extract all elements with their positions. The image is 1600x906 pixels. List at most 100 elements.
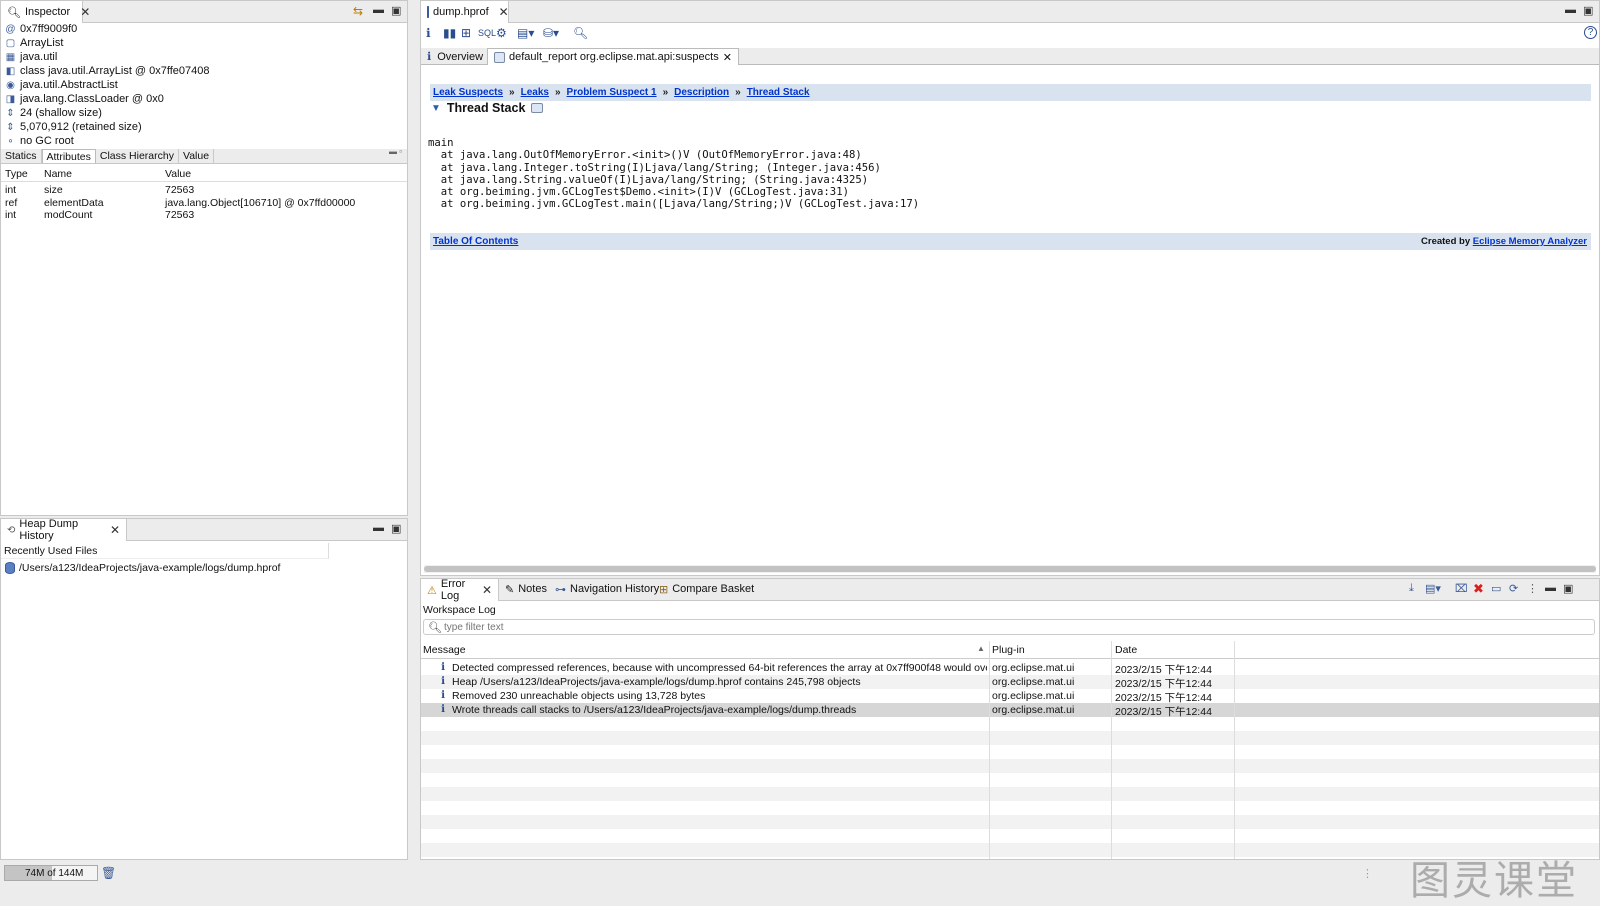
log-message: Wrote threads call stacks to /Users/a123… (452, 704, 857, 716)
search-icon[interactable]: 🔍︎ (573, 26, 588, 40)
column-type[interactable]: Type (5, 168, 28, 180)
query-browser-icon[interactable]: ⛁▾ (543, 26, 559, 40)
subtab-overview[interactable]: ℹ Overview (421, 48, 491, 65)
inspector-tree-item[interactable]: ▦ java.util (5, 50, 58, 64)
link-with-editor-icon[interactable]: ⇆ (353, 4, 363, 18)
trash-icon[interactable]: 🗑︎ (101, 866, 116, 880)
export-log-icon[interactable]: ⤓ (1409, 582, 1414, 595)
subtab-class-hierarchy[interactable]: Class Hierarchy (96, 149, 179, 163)
column-plugin[interactable]: Plug-in (992, 644, 1025, 656)
inspector-tree-item[interactable]: ▢ ArrayList (5, 36, 64, 50)
help-icon[interactable]: ? (1584, 26, 1597, 39)
column-divider[interactable] (989, 641, 990, 859)
attribute-name: size (44, 184, 63, 196)
subtab-value[interactable]: Value (179, 149, 215, 163)
package-icon: ▦ (5, 51, 16, 63)
maximize-icon[interactable]: ▣ (1563, 582, 1573, 595)
info-icon: ℹ (441, 689, 445, 701)
info-icon[interactable]: ℹ (426, 26, 431, 40)
column-divider[interactable] (1234, 641, 1235, 859)
column-divider[interactable] (1111, 641, 1112, 859)
column-date[interactable]: Date (1115, 644, 1137, 656)
open-log-icon[interactable]: ▭ (1491, 582, 1501, 595)
filter-input[interactable] (444, 621, 1044, 633)
compare-basket-icon: ⊞ (659, 584, 669, 596)
subtab-minimize-icon[interactable]: ▬ ▫ (389, 147, 402, 156)
minimize-icon[interactable]: ▬ (373, 4, 384, 16)
tab-compare-basket[interactable]: ⊞ Compare Basket (659, 583, 754, 596)
inspector-tree-item[interactable]: @0x7ff9009f0 (5, 22, 77, 36)
breadcrumb-description[interactable]: Description (674, 87, 729, 98)
breadcrumb-thread-stack[interactable]: Thread Stack (747, 87, 810, 98)
filter-field[interactable]: 🔍︎ (423, 619, 1595, 635)
log-row[interactable]: ℹ Removed 230 unreachable objects using 1… (421, 689, 1599, 704)
navigation-history-icon: ⊶ (555, 584, 566, 596)
inspector-tree-item[interactable]: ⇕ 5,070,912 (retained size) (5, 120, 141, 134)
inspector-tree-item[interactable]: ◨ java.lang.ClassLoader @ 0x0 (5, 92, 164, 106)
tab-notes[interactable]: ✎ Notes (505, 583, 547, 596)
histogram-icon[interactable]: ▮▮ (443, 26, 456, 40)
subtab-default-report[interactable]: default_report org.eclipse.mat.api:suspe… (487, 48, 739, 65)
subtab-statics[interactable]: Statics (1, 149, 42, 163)
close-icon[interactable]: ✕ (482, 583, 492, 597)
breadcrumb-leak-suspects[interactable]: Leak Suspects (433, 87, 503, 98)
minimize-icon[interactable]: ▬ (1545, 582, 1556, 594)
scrollbar-thumb[interactable] (424, 566, 1596, 572)
thread-overview-icon[interactable]: ⚙ (496, 26, 507, 40)
tab-heap-dump-history[interactable]: ⟲ Heap Dump History ✕ (1, 518, 127, 542)
history-file-item[interactable]: /Users/a123/IdeaProjects/java-example/lo… (5, 562, 280, 574)
close-icon[interactable]: ✕ (723, 51, 732, 64)
editor-horizontal-scrollbar[interactable] (424, 565, 1596, 573)
clear-log-icon[interactable]: ⌧ (1455, 582, 1468, 595)
run-report-icon[interactable]: ▤▾ (517, 26, 534, 40)
log-row[interactable]: ℹ Wrote threads call stacks to /Users/a12… (421, 703, 1599, 718)
eclipse-mat-link[interactable]: Eclipse Memory Analyzer (1473, 236, 1587, 247)
inspector-tree-item[interactable]: ∘ no GC root (5, 134, 74, 148)
inspector-tree-item[interactable]: ⇕ 24 (shallow size) (5, 106, 102, 120)
minimize-icon[interactable]: ▬ (1565, 4, 1576, 16)
log-plugin: org.eclipse.mat.ui (992, 662, 1075, 674)
column-value[interactable]: Value (165, 168, 191, 180)
tab-navigation-history[interactable]: ⊶ Navigation History (555, 583, 659, 596)
watermark: 图灵课堂 (1410, 858, 1578, 904)
inspector-tree-label: no GC root (20, 135, 74, 147)
inspector-tree-item[interactable]: ◉ java.util.AbstractList (5, 78, 118, 92)
attribute-row[interactable]: ref elementData java.lang.Object[106710] @… (1, 197, 407, 209)
close-icon[interactable]: ✕ (110, 523, 120, 537)
view-menu-icon[interactable]: ⋮ (1527, 582, 1538, 595)
breadcrumb-problem-suspect-1[interactable]: Problem Suspect 1 (567, 87, 657, 98)
close-icon[interactable]: ✕ (499, 5, 509, 19)
tab-inspector[interactable]: 🔍︎ Inspector ✕ (1, 1, 90, 23)
magnifier-icon: 🔍︎ (7, 6, 21, 19)
maximize-icon[interactable]: ▣ (1583, 4, 1593, 17)
log-row[interactable]: ℹ Detected compressed references, because… (421, 661, 1599, 676)
column-name[interactable]: Name (44, 168, 72, 180)
inspector-tree-item[interactable]: ◧ class java.util.ArrayList @ 0x7ffe07408 (5, 64, 210, 78)
import-log-icon[interactable]: ▤▾ (1425, 582, 1441, 595)
delete-log-icon[interactable]: ✖ (1473, 581, 1484, 597)
heap-status-gauge[interactable]: 74M of 144M (4, 865, 98, 881)
log-plugin: org.eclipse.mat.ui (992, 704, 1075, 716)
close-icon[interactable]: ✕ (80, 5, 90, 19)
inspector-tree-label: java.util (20, 51, 58, 63)
section-header[interactable]: ▼ Thread Stack (431, 101, 544, 115)
breadcrumb-leaks[interactable]: Leaks (521, 87, 549, 98)
details-icon[interactable] (531, 103, 544, 113)
collapse-triangle-icon[interactable]: ▼ (431, 103, 441, 114)
tab-error-log[interactable]: ⚠ Error Log ✕ (421, 578, 499, 602)
tab-dump-hprof[interactable]: dump.hprof ✕ (421, 1, 509, 23)
column-message[interactable]: Message (423, 644, 466, 656)
attribute-row[interactable]: int modCount 72563 (1, 209, 407, 221)
history-header-label[interactable]: Recently Used Files (4, 545, 97, 557)
at-icon: @ (5, 23, 16, 35)
table-of-contents-link[interactable]: Table Of Contents (433, 236, 518, 247)
restore-log-icon[interactable]: ⟳ (1509, 582, 1518, 595)
dominator-tree-icon[interactable]: ⊞ (461, 26, 471, 40)
minimize-icon[interactable]: ▬ (373, 522, 384, 534)
attribute-row[interactable]: int size 72563 (1, 184, 407, 196)
log-row[interactable]: ℹ Heap /Users/a123/IdeaProjects/java-exam… (421, 675, 1599, 690)
maximize-icon[interactable]: ▣ (391, 4, 401, 17)
maximize-icon[interactable]: ▣ (391, 522, 401, 535)
oql-icon[interactable]: SQL (478, 28, 496, 38)
subtab-attributes[interactable]: Attributes (41, 149, 96, 163)
